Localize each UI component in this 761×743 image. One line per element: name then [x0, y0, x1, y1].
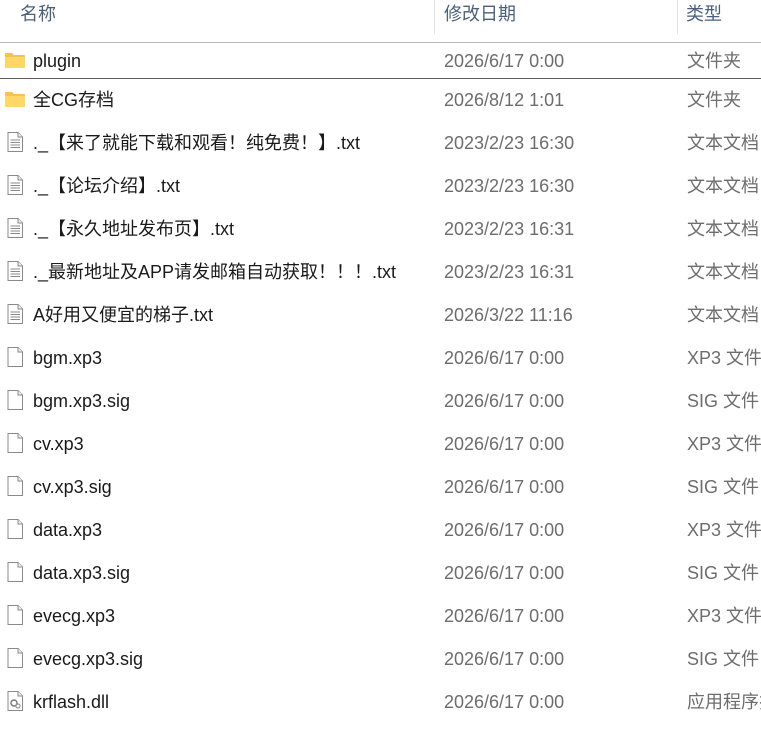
file-icon — [4, 518, 26, 540]
file-date-modified: 2026/6/17 0:00 — [444, 563, 565, 583]
file-date-modified: 2026/6/17 0:00 — [444, 391, 565, 411]
text-file-icon — [4, 131, 26, 153]
file-type: 文本文档 — [687, 219, 759, 239]
file-type: SIG 文件 — [687, 563, 760, 583]
column-header-type[interactable]: 类型 — [686, 0, 722, 42]
file-row[interactable]: evecg.xp3.sig 2026/6/17 0:00 SIG 文件 — [0, 638, 761, 681]
file-row[interactable]: bgm.xp3 2026/6/17 0:00 XP3 文件 — [0, 337, 761, 380]
file-type: SIG 文件 — [687, 391, 760, 411]
file-date-modified: 2026/3/22 11:16 — [444, 305, 573, 325]
file-name: plugin — [33, 51, 82, 71]
file-name: ._最新地址及APP请发邮箱自动获取！！！.txt — [33, 262, 397, 282]
file-name: bgm.xp3.sig — [33, 391, 131, 411]
file-row[interactable]: cv.xp3 2026/6/17 0:00 XP3 文件 — [0, 423, 761, 466]
file-icon — [4, 604, 26, 626]
file-row[interactable]: bgm.xp3.sig 2026/6/17 0:00 SIG 文件 — [0, 380, 761, 423]
file-name: evecg.xp3 — [33, 606, 116, 626]
text-file-icon — [4, 174, 26, 196]
file-name: A好用又便宜的梯子.txt — [33, 305, 214, 325]
file-date-modified: 2026/8/12 1:01 — [444, 90, 565, 110]
file-icon — [4, 647, 26, 669]
column-divider[interactable] — [677, 0, 678, 34]
file-row[interactable]: ._【永久地址发布页】.txt 2023/2/23 16:31 文本文档 — [0, 208, 761, 251]
file-type: SIG 文件 — [687, 477, 760, 497]
file-date-modified: 2026/6/17 0:00 — [444, 51, 565, 71]
file-row[interactable]: data.xp3.sig 2026/6/17 0:00 SIG 文件 — [0, 552, 761, 595]
folder-row[interactable]: 全CG存档 2026/8/12 1:01 文件夹 — [0, 79, 761, 122]
file-date-modified: 2023/2/23 16:30 — [444, 133, 575, 153]
file-icon — [4, 346, 26, 368]
column-header-date-modified[interactable]: 修改日期 — [444, 0, 516, 42]
file-row[interactable]: cv.xp3.sig 2026/6/17 0:00 SIG 文件 — [0, 466, 761, 509]
file-name: data.xp3.sig — [33, 563, 131, 583]
column-header-name[interactable]: 名称 — [20, 0, 56, 42]
file-icon — [4, 561, 26, 583]
file-date-modified: 2026/6/17 0:00 — [444, 520, 565, 540]
folder-row[interactable]: plugin 2026/6/17 0:00 文件夹 — [0, 40, 761, 79]
file-name: ._【永久地址发布页】.txt — [33, 219, 235, 239]
file-row[interactable]: ._【来了就能下载和观看！纯免费！】.txt 2023/2/23 16:30 文本文… — [0, 122, 761, 165]
file-type: 文件夹 — [687, 90, 741, 110]
file-type: 文件夹 — [687, 51, 741, 71]
file-name: 全CG存档 — [33, 90, 114, 110]
file-row[interactable]: ._【论坛介绍】.txt 2023/2/23 16:30 文本文档 — [0, 165, 761, 208]
file-icon — [4, 389, 26, 411]
file-date-modified: 2023/2/23 16:31 — [444, 262, 575, 282]
file-date-modified: 2026/6/17 0:00 — [444, 477, 565, 497]
file-row[interactable]: A好用又便宜的梯子.txt 2026/3/22 11:16 文本文档 — [0, 294, 761, 337]
file-date-modified: 2026/6/17 0:00 — [444, 692, 565, 712]
file-icon — [4, 475, 26, 497]
file-type: 应用程序扩 — [687, 692, 761, 712]
file-date-modified: 2026/6/17 0:00 — [444, 606, 565, 626]
file-row[interactable]: data.xp3 2026/6/17 0:00 XP3 文件 — [0, 509, 761, 552]
text-file-icon — [4, 303, 26, 325]
file-row[interactable]: krflash.dll 2026/6/17 0:00 应用程序扩 — [0, 681, 761, 724]
file-date-modified: 2023/2/23 16:30 — [444, 176, 575, 196]
file-name: evecg.xp3.sig — [33, 649, 144, 669]
file-type: XP3 文件 — [687, 434, 761, 454]
column-header-bar: 名称 修改日期 类型 — [0, 0, 761, 43]
file-type: XP3 文件 — [687, 348, 761, 368]
dll-file-icon — [4, 690, 26, 712]
folder-icon — [4, 88, 26, 110]
file-type: XP3 文件 — [687, 520, 761, 540]
text-file-icon — [4, 217, 26, 239]
file-type: 文本文档 — [687, 305, 759, 325]
file-list: plugin 2026/6/17 0:00 文件夹 全CG存档 2026/8/12 1:… — [0, 40, 761, 724]
file-name: ._【来了就能下载和观看！纯免费！】.txt — [33, 133, 361, 153]
file-name: data.xp3 — [33, 520, 103, 540]
file-date-modified: 2026/6/17 0:00 — [444, 348, 565, 368]
file-type: XP3 文件 — [687, 606, 761, 626]
file-type: 文本文档 — [687, 262, 759, 282]
file-type: 文本文档 — [687, 176, 759, 196]
file-date-modified: 2023/2/23 16:31 — [444, 219, 575, 239]
text-file-icon — [4, 260, 26, 282]
folder-icon — [4, 49, 26, 71]
file-date-modified: 2026/6/17 0:00 — [444, 434, 565, 454]
file-name: bgm.xp3 — [33, 348, 103, 368]
file-type: SIG 文件 — [687, 649, 760, 669]
column-divider[interactable] — [434, 0, 435, 34]
file-name: cv.xp3.sig — [33, 477, 112, 497]
file-row[interactable]: ._最新地址及APP请发邮箱自动获取！！！.txt 2023/2/23 16:31… — [0, 251, 761, 294]
file-row[interactable]: evecg.xp3 2026/6/17 0:00 XP3 文件 — [0, 595, 761, 638]
file-name: cv.xp3 — [33, 434, 84, 454]
file-type: 文本文档 — [687, 133, 759, 153]
file-name: krflash.dll — [33, 692, 110, 712]
file-icon — [4, 432, 26, 454]
file-date-modified: 2026/6/17 0:00 — [444, 649, 565, 669]
file-name: ._【论坛介绍】.txt — [33, 176, 181, 196]
